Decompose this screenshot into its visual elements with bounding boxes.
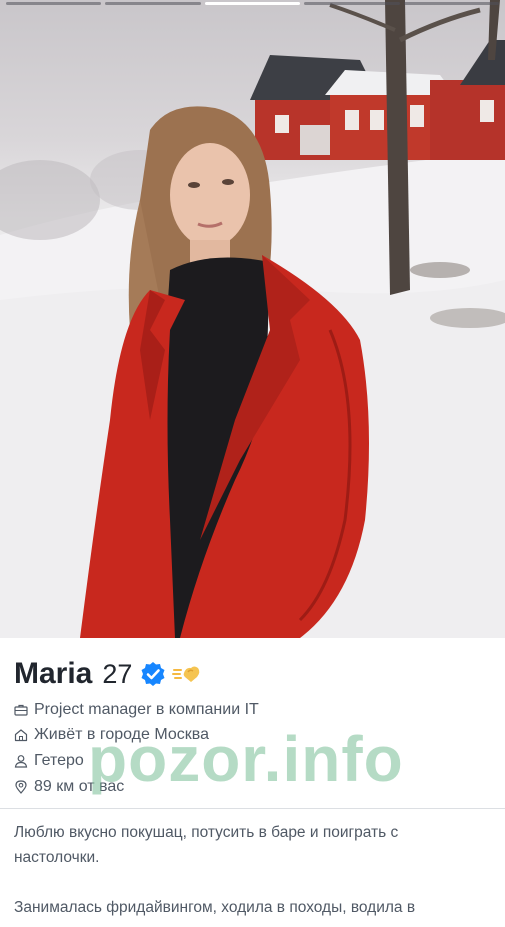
progress-segment[interactable] [304, 2, 400, 5]
bio-line: Занималась фридайвингом, ходила в походы… [14, 899, 416, 916]
bio-line: Люблю вкусно покушац, потусить в баре и … [14, 824, 399, 841]
person-icon [14, 755, 28, 768]
super-like-icon [172, 666, 200, 682]
profile-name: Maria [14, 657, 93, 690]
progress-segment[interactable] [6, 2, 102, 5]
job-text: Project manager в компании IT [34, 701, 259, 718]
briefcase-icon [14, 704, 28, 716]
progress-segment[interactable] [105, 2, 201, 5]
job-row: Project manager в компании IT [14, 699, 259, 721]
divider [0, 808, 505, 809]
verified-check-icon [141, 662, 165, 686]
profile-age: 27 [102, 658, 133, 689]
location-pin-icon [15, 780, 27, 794]
orientation-row: Гетеро [14, 750, 84, 772]
progress-segment[interactable] [403, 2, 500, 5]
home-icon [14, 729, 28, 742]
photo-progress-bar [6, 2, 500, 6]
name-row: Maria 27 [14, 656, 202, 692]
red-houses [250, 40, 505, 160]
photo-scene [0, 0, 505, 638]
orientation-text: Гетеро [34, 752, 84, 769]
watermark: pozor.info [88, 723, 404, 795]
progress-segment-active[interactable] [204, 2, 301, 5]
profile-photo[interactable] [0, 0, 505, 638]
bio-line: настолочки. [14, 849, 100, 866]
